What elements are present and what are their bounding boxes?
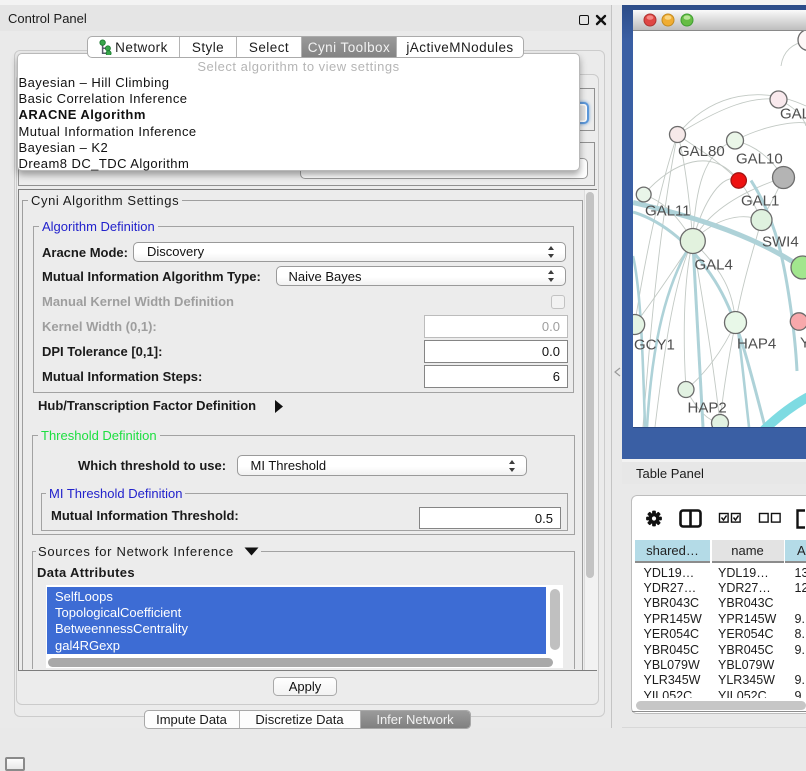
svg-text:Y: Y — [800, 334, 806, 351]
svg-text:GAL4: GAL4 — [695, 256, 733, 273]
svg-text:GAL1: GAL1 — [741, 192, 779, 209]
svg-text:HAP2: HAP2 — [688, 399, 727, 416]
svg-text:GAL7: GAL7 — [780, 105, 806, 122]
svg-text:GAL10: GAL10 — [736, 150, 783, 167]
svg-text:GAL11: GAL11 — [645, 202, 691, 219]
svg-text:SWI4: SWI4 — [762, 233, 799, 250]
svg-text:HAP4: HAP4 — [737, 335, 776, 352]
svg-text:GAL80: GAL80 — [678, 143, 725, 160]
svg-text:GCY1: GCY1 — [634, 336, 675, 353]
